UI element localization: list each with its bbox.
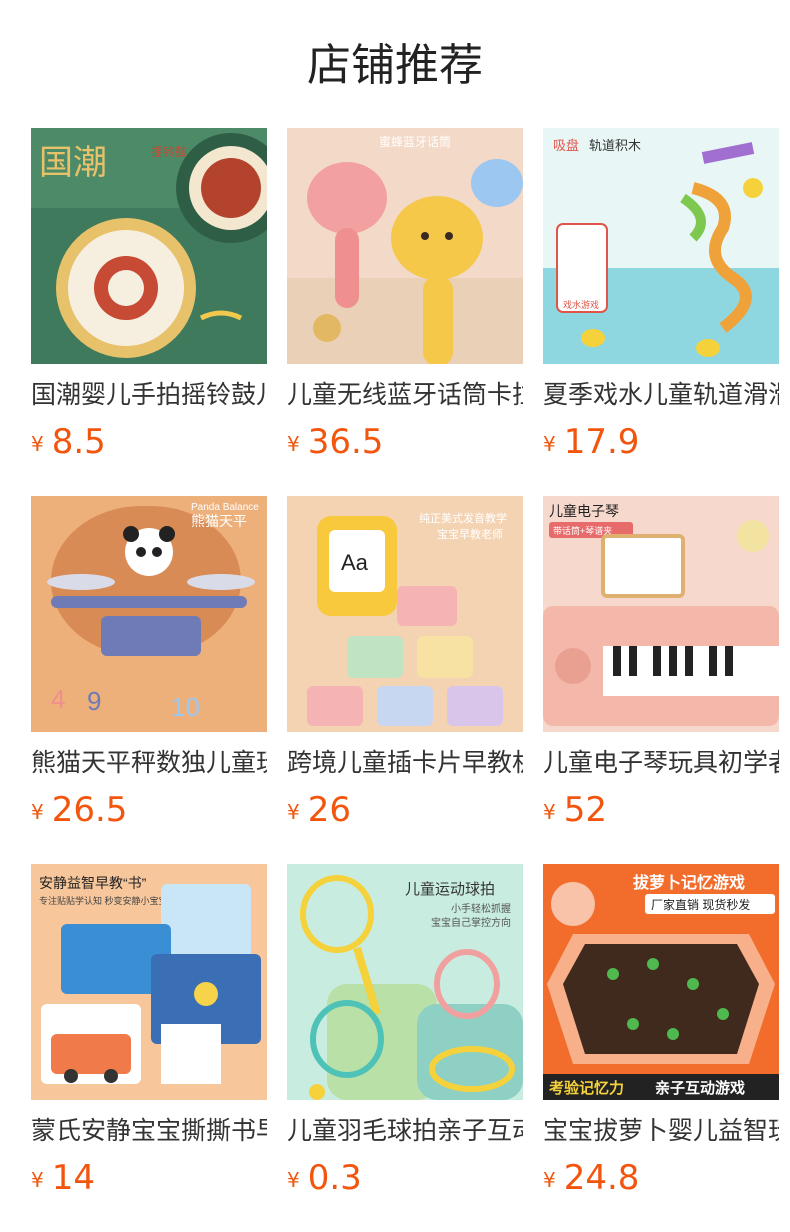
price-value: 52 (563, 790, 607, 830)
product-name[interactable]: 国潮婴儿手拍摇铃鼓儿童 (31, 378, 267, 412)
product-price: ¥52 (543, 790, 779, 830)
product-price: ¥17.9 (543, 422, 779, 462)
product-price: ¥14 (31, 1158, 267, 1198)
product-card[interactable]: 儿童电子琴 带话筒+琴谱夹 儿童电子琴玩具初学者 ¥52 (543, 496, 779, 830)
racket-illustration: 儿童运动球拍 小手轻松抓握 宝宝自己掌控方向 (287, 864, 523, 1100)
price-value: 24.8 (563, 1158, 640, 1198)
product-price: ¥26 (287, 790, 523, 830)
price-value: 14 (51, 1158, 95, 1198)
carrot-game-illustration: 拔萝卜记忆游戏 厂家直销 现货秒发 考验记忆力 亲子互动游戏 (543, 864, 779, 1100)
product-name[interactable]: 跨境儿童插卡片早教机 (287, 746, 523, 780)
svg-text:蜜蜂蓝牙话筒: 蜜蜂蓝牙话筒 (379, 134, 451, 149)
image-text: 国潮 (39, 145, 107, 182)
svg-text:摇铃鼓: 摇铃鼓 (151, 144, 187, 159)
svg-text:熊猫天平: 熊猫天平 (191, 513, 247, 529)
product-name[interactable]: 儿童无线蓝牙话筒卡拉OK (287, 378, 523, 412)
product-card[interactable]: 国潮 摇铃鼓 国潮婴儿手拍摇铃鼓儿童 ¥8.5 (31, 128, 267, 462)
panda-balance-illustration: Panda Balance 熊猫天平 4 9 10 (31, 496, 267, 732)
water-track-illustration: 吸盘 轨道积木 戏水游戏 (543, 128, 779, 364)
svg-text:4: 4 (51, 684, 65, 714)
svg-text:带话筒+琴谱夹: 带话筒+琴谱夹 (553, 525, 612, 536)
currency-symbol: ¥ (543, 432, 556, 456)
currency-symbol: ¥ (287, 432, 300, 456)
svg-text:考验记忆力: 考验记忆力 (549, 1079, 624, 1097)
svg-text:吸盘: 吸盘 (553, 138, 579, 153)
svg-text:Panda Balance: Panda Balance (191, 502, 259, 513)
currency-symbol: ¥ (287, 800, 300, 824)
svg-text:宝宝自己掌控方向: 宝宝自己掌控方向 (431, 916, 511, 929)
product-image[interactable]: 吸盘 轨道积木 戏水游戏 (543, 128, 779, 364)
svg-text:拔萝卜记忆游戏: 拔萝卜记忆游戏 (633, 873, 745, 892)
product-price: ¥36.5 (287, 422, 523, 462)
price-value: 8.5 (51, 422, 106, 462)
product-card[interactable]: 儿童运动球拍 小手轻松抓握 宝宝自己掌控方向 儿童羽毛球拍亲子互动 ¥0.3 (287, 864, 523, 1198)
currency-symbol: ¥ (31, 800, 44, 824)
product-image[interactable]: 拔萝卜记忆游戏 厂家直销 现货秒发 考验记忆力 亲子互动游戏 (543, 864, 779, 1100)
price-value: 36.5 (307, 422, 384, 462)
product-card[interactable]: 安静益智早教“书” 专注贴贴学认知 秒变安静小宝宝 蒙氏安静宝宝撕撕书早教 ¥1… (31, 864, 267, 1198)
price-value: 26.5 (51, 790, 128, 830)
product-card[interactable]: Panda Balance 熊猫天平 4 9 10 熊猫天平秤数独儿童玩具 ¥2… (31, 496, 267, 830)
svg-text:戏水游戏: 戏水游戏 (563, 299, 599, 310)
product-card[interactable]: 蜜蜂蓝牙话筒 儿童无线蓝牙话筒卡拉OK ¥36.5 (287, 128, 523, 462)
product-card[interactable]: 拔萝卜记忆游戏 厂家直销 现货秒发 考验记忆力 亲子互动游戏 宝宝拔萝卜婴儿益智… (543, 864, 779, 1198)
product-price: ¥24.8 (543, 1158, 779, 1198)
svg-text:儿童运动球拍: 儿童运动球拍 (405, 880, 495, 898)
product-card[interactable]: 吸盘 轨道积木 戏水游戏 夏季戏水儿童轨道滑滑梯 ¥17.9 (543, 128, 779, 462)
product-name[interactable]: 儿童电子琴玩具初学者 (543, 746, 779, 780)
svg-text:厂家直销 现货秒发: 厂家直销 现货秒发 (651, 897, 750, 912)
product-name[interactable]: 蒙氏安静宝宝撕撕书早教 (31, 1114, 267, 1148)
product-image[interactable]: 安静益智早教“书” 专注贴贴学认知 秒变安静小宝宝 (31, 864, 267, 1100)
card-reader-illustration: 纯正美式发音教学 宝宝早教老师 Aa (287, 496, 523, 732)
svg-text:亲子互动游戏: 亲子互动游戏 (655, 1079, 745, 1097)
product-card[interactable]: 纯正美式发音教学 宝宝早教老师 Aa 跨境儿童插卡片早教机 ¥26 (287, 496, 523, 830)
svg-text:宝宝早教老师: 宝宝早教老师 (437, 527, 503, 541)
svg-text:专注贴贴学认知 秒变安静小宝宝: 专注贴贴学认知 秒变安静小宝宝 (39, 895, 168, 906)
svg-text:Aa: Aa (341, 550, 369, 575)
currency-symbol: ¥ (31, 1168, 44, 1192)
product-name[interactable]: 儿童羽毛球拍亲子互动 (287, 1114, 523, 1148)
product-name[interactable]: 熊猫天平秤数独儿童玩具 (31, 746, 267, 780)
svg-text:纯正美式发音教学: 纯正美式发音教学 (419, 511, 507, 525)
page-title: 店铺推荐 (307, 40, 483, 91)
product-price: ¥8.5 (31, 422, 267, 462)
price-value: 0.3 (307, 1158, 362, 1198)
svg-text:安静益智早教“书”: 安静益智早教“书” (39, 875, 147, 891)
svg-text:9: 9 (87, 686, 101, 716)
product-name[interactable]: 夏季戏水儿童轨道滑滑梯 (543, 378, 779, 412)
currency-symbol: ¥ (543, 1168, 556, 1192)
price-value: 26 (307, 790, 351, 830)
svg-text:儿童电子琴: 儿童电子琴 (549, 503, 619, 519)
product-price: ¥0.3 (287, 1158, 523, 1198)
microphone-illustration: 蜜蜂蓝牙话筒 (287, 128, 523, 364)
product-price: ¥26.5 (31, 790, 267, 830)
product-image[interactable]: 国潮 摇铃鼓 (31, 128, 267, 364)
currency-symbol: ¥ (287, 1168, 300, 1192)
currency-symbol: ¥ (543, 800, 556, 824)
svg-text:10: 10 (171, 692, 200, 722)
quiet-book-illustration: 安静益智早教“书” 专注贴贴学认知 秒变安静小宝宝 (31, 864, 267, 1100)
product-name[interactable]: 宝宝拔萝卜婴儿益智玩具 (543, 1114, 779, 1148)
product-image[interactable]: Panda Balance 熊猫天平 4 9 10 (31, 496, 267, 732)
product-image[interactable]: 儿童运动球拍 小手轻松抓握 宝宝自己掌控方向 (287, 864, 523, 1100)
product-image[interactable]: 蜜蜂蓝牙话筒 (287, 128, 523, 364)
product-image[interactable]: 纯正美式发音教学 宝宝早教老师 Aa (287, 496, 523, 732)
tambourine-illustration: 国潮 摇铃鼓 (31, 128, 267, 364)
svg-text:小手轻松抓握: 小手轻松抓握 (451, 902, 511, 915)
price-value: 17.9 (563, 422, 640, 462)
keyboard-illustration: 儿童电子琴 带话筒+琴谱夹 (543, 496, 779, 732)
svg-text:轨道积木: 轨道积木 (589, 138, 641, 153)
currency-symbol: ¥ (31, 432, 44, 456)
product-image[interactable]: 儿童电子琴 带话筒+琴谱夹 (543, 496, 779, 732)
